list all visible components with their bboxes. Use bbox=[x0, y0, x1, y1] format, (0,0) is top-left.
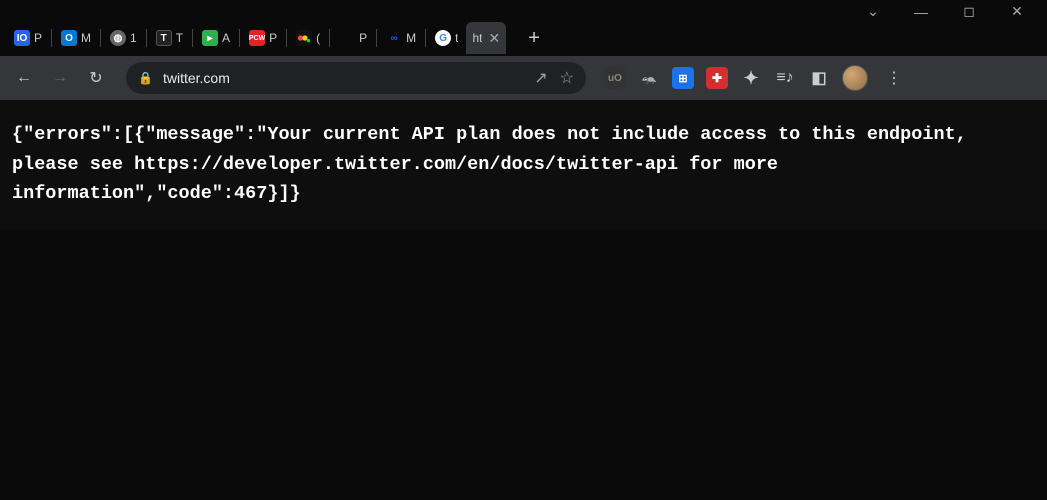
tab-separator bbox=[329, 29, 330, 47]
tab-title: ht bbox=[472, 31, 482, 45]
favicon-icon: ▸ bbox=[202, 30, 218, 46]
profile-avatar[interactable] bbox=[842, 65, 868, 91]
window-dropdown-icon[interactable]: ⌄ bbox=[863, 2, 883, 22]
shield-extension-icon[interactable]: ✚ bbox=[706, 67, 728, 89]
reload-button[interactable]: ↻ bbox=[82, 64, 110, 92]
chrome-menu-icon[interactable]: ⋮ bbox=[880, 68, 908, 88]
ublock-extension-icon[interactable]: uO bbox=[604, 67, 626, 89]
tab-separator bbox=[239, 29, 240, 47]
tab-title: T bbox=[176, 31, 183, 45]
tab-title: P bbox=[269, 31, 277, 45]
favicon-icon: ◍ bbox=[110, 30, 126, 46]
extensions-area: uO 🦡 ⊞ ✚ ✦ ≡♪ ◧ ⋮ bbox=[604, 65, 908, 91]
favicon-icon: O bbox=[61, 30, 77, 46]
browser-tab[interactable]: ▸A bbox=[196, 22, 236, 54]
window-minimize-icon[interactable]: — bbox=[911, 2, 931, 22]
tab-title: 1 bbox=[130, 31, 137, 45]
favicon-icon: ∞ bbox=[386, 30, 402, 46]
tab-close-icon[interactable]: ✕ bbox=[488, 30, 500, 47]
favicon-icon: PCW bbox=[249, 30, 265, 46]
browser-tab[interactable]: ◍1 bbox=[104, 22, 143, 54]
tab-separator bbox=[146, 29, 147, 47]
json-response-body: {"errors":[{"message":"Your current API … bbox=[12, 120, 1035, 209]
lock-icon[interactable]: 🔒 bbox=[138, 71, 153, 85]
tab-separator bbox=[192, 29, 193, 47]
share-icon[interactable]: ↗ bbox=[534, 68, 547, 88]
browser-tab[interactable]: ∞M bbox=[380, 22, 422, 54]
tab-title: t bbox=[455, 31, 458, 45]
tab-title: M bbox=[81, 31, 91, 45]
media-control-icon[interactable]: ≡♪ bbox=[774, 67, 796, 89]
url-text: twitter.com bbox=[163, 70, 524, 86]
tab-title: A bbox=[222, 31, 230, 45]
tab-separator bbox=[425, 29, 426, 47]
tab-title: M bbox=[406, 31, 416, 45]
favicon-icon: G bbox=[435, 30, 451, 46]
badger-extension-icon[interactable]: 🦡 bbox=[638, 67, 660, 89]
bookmark-icon[interactable]: ☆ bbox=[560, 68, 574, 88]
window-close-icon[interactable]: ✕ bbox=[1007, 2, 1027, 22]
browser-tab-active[interactable]: ht ✕ bbox=[466, 22, 506, 54]
tab-separator bbox=[100, 29, 101, 47]
favicon-icon: IO bbox=[14, 30, 30, 46]
address-bar[interactable]: 🔒 twitter.com ↗ ☆ bbox=[126, 62, 586, 94]
new-tab-button[interactable]: + bbox=[518, 27, 550, 50]
toolbar: ← → ↻ 🔒 twitter.com ↗ ☆ uO 🦡 ⊞ ✚ ✦ ≡♪ ◧ … bbox=[0, 56, 1047, 100]
extensions-menu-icon[interactable]: ✦ bbox=[740, 67, 762, 89]
blue-extension-icon[interactable]: ⊞ bbox=[672, 67, 694, 89]
favicon-icon bbox=[296, 30, 312, 46]
browser-tab[interactable]: Gt bbox=[429, 22, 464, 54]
page-content: {"errors":[{"message":"Your current API … bbox=[0, 100, 1047, 229]
tab-strip: IOP OM ◍1 TT ▸A PCWP ( P ∞M Gt ht ✕ + bbox=[0, 20, 1047, 56]
url-actions: ↗ ☆ bbox=[534, 68, 574, 88]
tab-separator bbox=[286, 29, 287, 47]
favicon-icon bbox=[339, 30, 355, 46]
tab-title: P bbox=[359, 31, 367, 45]
browser-tab[interactable]: IO P bbox=[8, 22, 48, 54]
browser-tab[interactable]: ( bbox=[290, 22, 326, 54]
browser-tab[interactable]: OM bbox=[55, 22, 97, 54]
browser-tab[interactable]: PCW P bbox=[243, 22, 283, 54]
window-controls: ⌄ — ◻ ✕ bbox=[0, 0, 1047, 20]
tab-title: ( bbox=[316, 31, 320, 45]
window-maximize-icon[interactable]: ◻ bbox=[959, 2, 979, 22]
browser-tab[interactable]: P bbox=[333, 22, 373, 54]
tab-separator bbox=[376, 29, 377, 47]
back-button[interactable]: ← bbox=[10, 64, 38, 92]
browser-tab[interactable]: TT bbox=[150, 22, 189, 54]
tab-separator bbox=[51, 29, 52, 47]
tab-title: P bbox=[34, 31, 42, 45]
favicon-icon: T bbox=[156, 30, 172, 46]
forward-button[interactable]: → bbox=[46, 64, 74, 92]
side-panel-icon[interactable]: ◧ bbox=[808, 67, 830, 89]
